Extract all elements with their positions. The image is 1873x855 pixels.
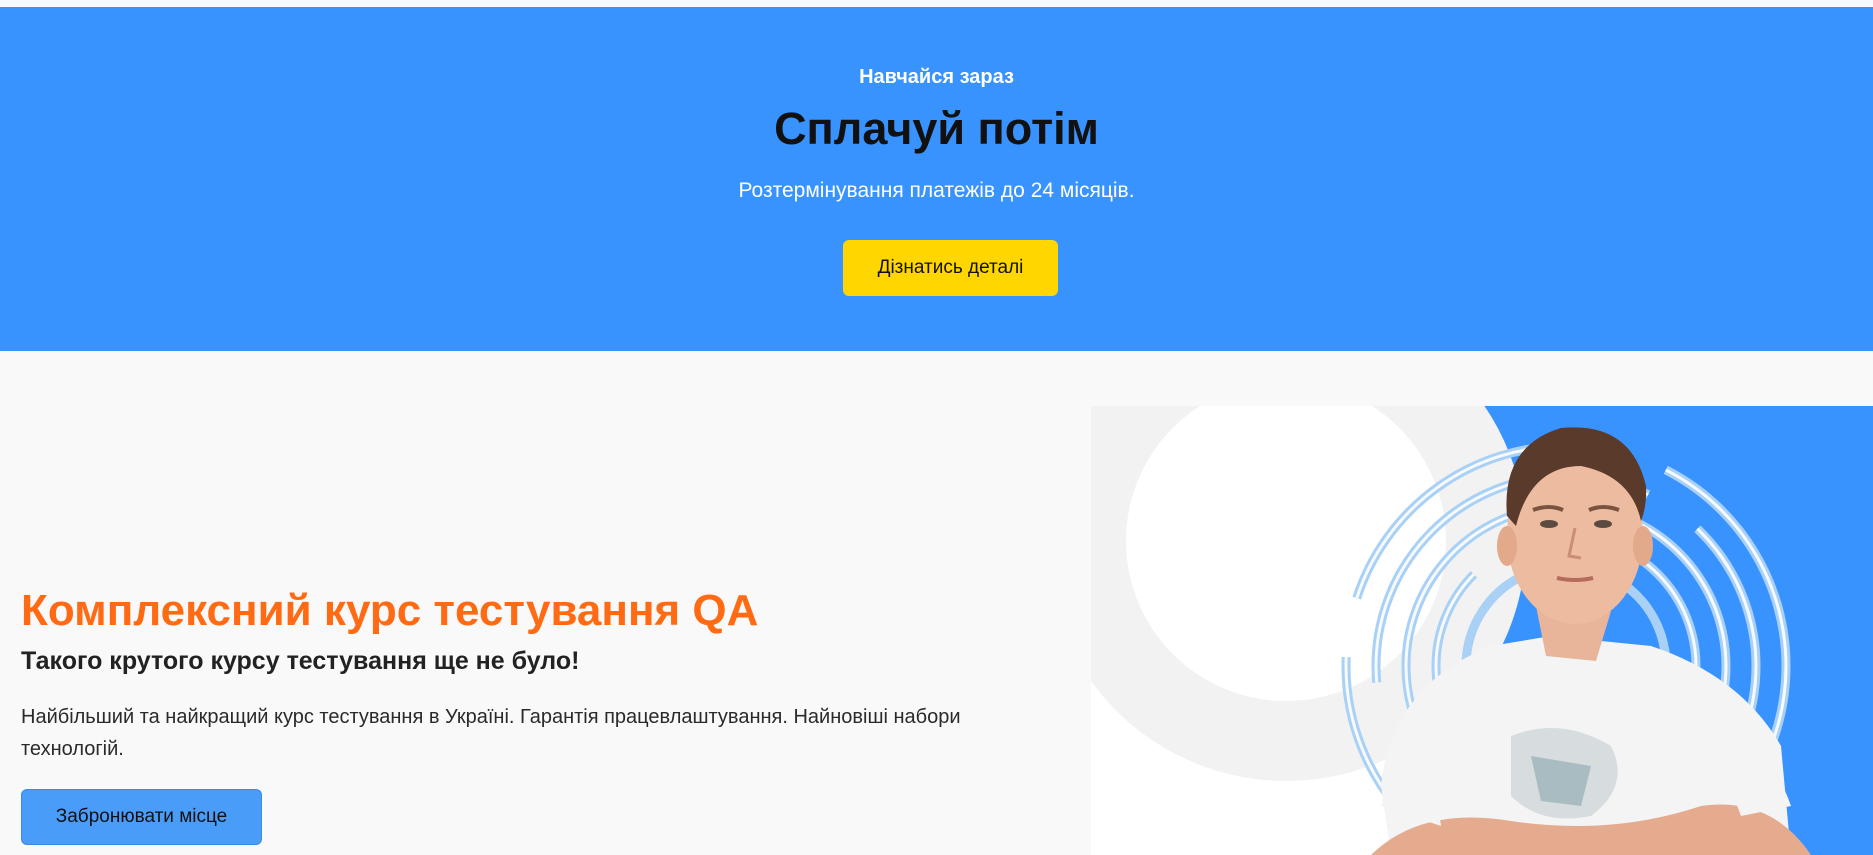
course-title: Комплексний курс тестування QA xyxy=(21,586,759,635)
promo-title: Сплачуй потім xyxy=(774,103,1099,154)
instructor-photo xyxy=(1091,406,1873,855)
course-description: Найбільший та найкращий курс тестування … xyxy=(21,706,961,760)
promo-text: Розтермінування платежів до 24 місяців. xyxy=(738,179,1135,202)
learn-details-button[interactable]: Дізнатись деталі xyxy=(843,240,1058,296)
person-ear-left xyxy=(1497,526,1517,566)
promo-banner: Навчайся зараз Сплачуй потім Розтермінув… xyxy=(0,7,1873,351)
person-mouth xyxy=(1556,576,1594,582)
person-eye-right xyxy=(1594,520,1612,528)
top-strip xyxy=(0,0,1873,7)
book-seat-button[interactable]: Забронювати місце xyxy=(21,789,262,845)
promo-kicker: Навчайся зараз xyxy=(859,66,1014,88)
hero-section: Комплексний курс тестування QA Такого кр… xyxy=(0,351,1873,855)
person-eye-left xyxy=(1540,520,1558,528)
course-subtitle: Такого крутого курсу тестування ще не бу… xyxy=(21,647,580,675)
person-ear-right xyxy=(1633,526,1653,566)
